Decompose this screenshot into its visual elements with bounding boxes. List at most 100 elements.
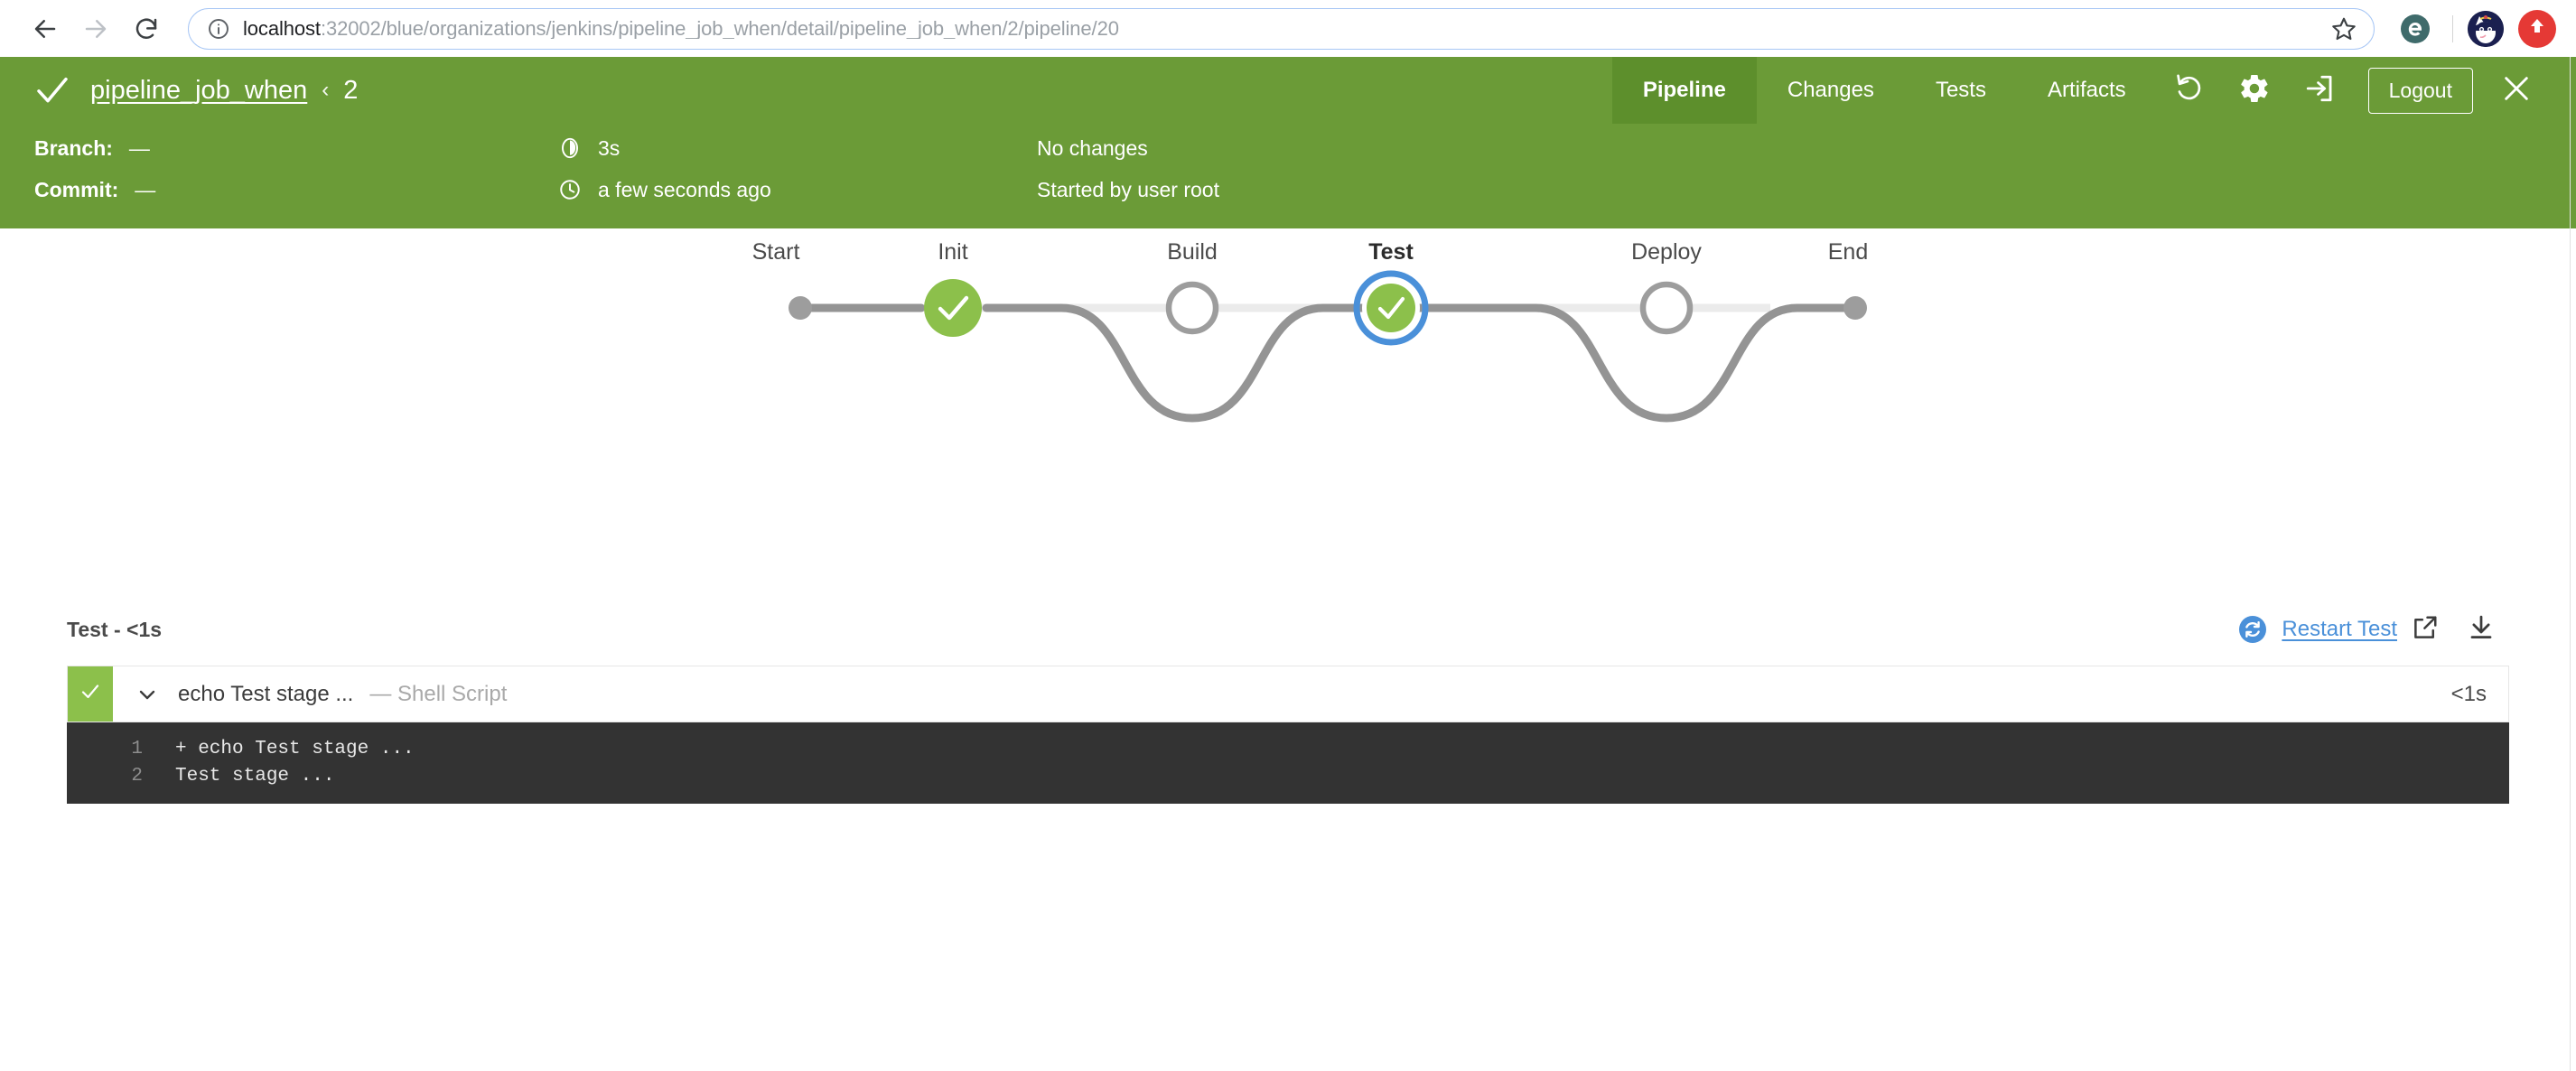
metadata-column-timing: 3s a few seconds ago xyxy=(558,133,1037,205)
back-arrow-icon xyxy=(32,15,59,42)
tab-tests[interactable]: Tests xyxy=(1905,57,2017,124)
step-body[interactable]: echo Test stage ... — Shell Script xyxy=(113,666,2451,722)
changes-value: No changes xyxy=(1037,135,1148,160)
step-duration: <1s xyxy=(2450,681,2487,706)
deploy-node-circle xyxy=(1639,281,1694,335)
update-arrow-icon xyxy=(2526,15,2548,42)
init-node-circle xyxy=(924,279,982,337)
graph-node-label-test: Test xyxy=(1368,239,1414,265)
console-output[interactable]: 1 + echo Test stage ... 2 Test stage ... xyxy=(67,722,2509,804)
profile-avatar[interactable] xyxy=(2468,10,2504,47)
run-metadata-bar: Branch: — Commit: — 3s a few seconds ago… xyxy=(0,124,2576,228)
open-external-button[interactable] xyxy=(2397,608,2453,651)
breadcrumb: pipeline_job_when ‹ 2 xyxy=(0,57,1612,124)
line-number: 1 xyxy=(131,738,143,759)
success-check-icon xyxy=(34,72,70,108)
logout-button[interactable]: Logout xyxy=(2367,67,2473,114)
console-line: 2 Test stage ... xyxy=(67,762,2509,789)
restart-test-link[interactable]: Restart Test xyxy=(2282,617,2397,642)
time-row: a few seconds ago xyxy=(558,174,1037,205)
external-link-icon xyxy=(2412,614,2439,646)
download-log-button[interactable] xyxy=(2453,608,2509,651)
metadata-column-source: Branch: — Commit: — xyxy=(34,133,558,205)
step-subtitle: — Shell Script xyxy=(369,681,508,706)
clock-icon xyxy=(558,178,585,201)
stage-log-header: Test - <1s Restart Test xyxy=(67,608,2509,666)
graph-node-test[interactable]: Test xyxy=(1353,239,1429,346)
graph-node-label-init: Init xyxy=(938,239,967,265)
login-arrow-icon xyxy=(2304,73,2335,108)
rerun-icon xyxy=(2174,73,2205,108)
commit-value: — xyxy=(135,177,156,201)
reload-button[interactable] xyxy=(121,4,172,54)
stage-log-title: Test - <1s xyxy=(67,617,163,641)
graph-node-build[interactable]: Build xyxy=(1165,239,1219,335)
line-text: + echo Test stage ... xyxy=(175,738,415,759)
duration-value: 3s xyxy=(598,135,621,160)
metadata-column-changes: No changes Started by user root xyxy=(1037,133,1219,205)
browser-toolbar: localhost:32002/blue/organizations/jenki… xyxy=(0,0,2576,57)
graph-node-label-deploy: Deploy xyxy=(1631,239,1702,265)
chevron-down-icon[interactable] xyxy=(136,684,158,705)
tab-pipeline[interactable]: Pipeline xyxy=(1611,57,1757,124)
restart-icon[interactable] xyxy=(2236,613,2269,646)
success-check-icon xyxy=(79,681,101,707)
pipeline-graph-svg: Start Init Build Test Deploy End xyxy=(752,239,1868,423)
end-terminal-dot xyxy=(1843,296,1867,320)
pipeline-name-link[interactable]: pipeline_job_when xyxy=(90,76,307,106)
update-button[interactable] xyxy=(2518,9,2556,48)
settings-button[interactable] xyxy=(2222,57,2287,124)
blue-ocean-header: pipeline_job_when ‹ 2 Pipeline Changes T… xyxy=(0,57,2576,124)
build-node-circle xyxy=(1165,281,1219,335)
gear-icon xyxy=(2238,72,2271,109)
tab-changes[interactable]: Changes xyxy=(1757,57,1905,124)
test-node-circle xyxy=(1367,284,1415,332)
tab-artifacts[interactable]: Artifacts xyxy=(2017,57,2157,124)
site-info-icon[interactable] xyxy=(207,17,230,41)
back-button[interactable] xyxy=(20,4,70,54)
branch-label: Branch: xyxy=(34,135,113,160)
toolbar-divider xyxy=(2452,14,2453,42)
console-line: 1 + echo Test stage ... xyxy=(67,735,2509,762)
branch-value: — xyxy=(128,135,150,160)
graph-node-label-start: Start xyxy=(752,239,800,265)
login-button[interactable] xyxy=(2287,57,2352,124)
duration-icon xyxy=(558,136,585,160)
forward-button[interactable] xyxy=(70,4,121,54)
changes-row: No changes xyxy=(1037,133,1219,163)
graph-node-label-build: Build xyxy=(1167,239,1218,265)
url-text: localhost:32002/blue/organizations/jenki… xyxy=(243,19,2321,39)
line-number: 2 xyxy=(131,765,143,787)
log-step-row[interactable]: echo Test stage ... — Shell Script <1s xyxy=(67,666,2509,722)
header-actions: Logout xyxy=(2157,57,2576,124)
close-icon xyxy=(2501,73,2532,108)
step-status-indicator xyxy=(68,666,113,722)
graph-node-deploy[interactable]: Deploy xyxy=(1631,239,1702,335)
page-title: pipeline_job_when ‹ 2 xyxy=(90,76,358,106)
time-value: a few seconds ago xyxy=(598,177,771,201)
commit-row: Commit: — xyxy=(34,174,558,205)
pipeline-graph: Start Init Build Test Deploy End xyxy=(0,228,2576,608)
address-bar[interactable]: localhost:32002/blue/organizations/jenki… xyxy=(188,7,2375,50)
line-text: Test stage ... xyxy=(175,765,335,787)
cause-value: Started by user root xyxy=(1037,177,1219,201)
graph-node-init[interactable]: Init xyxy=(924,239,982,337)
stage-log-actions: Restart Test xyxy=(2236,608,2509,651)
forward-arrow-icon xyxy=(82,15,109,42)
graph-node-label-end: End xyxy=(1828,239,1868,265)
download-icon xyxy=(2468,614,2495,646)
rerun-button[interactable] xyxy=(2157,57,2222,124)
graph-node-start[interactable]: Start xyxy=(752,239,812,320)
step-title: echo Test stage ... xyxy=(178,681,354,706)
close-button[interactable] xyxy=(2484,57,2549,124)
page-right-border xyxy=(2570,57,2571,1071)
run-number: 2 xyxy=(343,75,359,105)
breadcrumb-separator-icon: ‹ xyxy=(322,78,330,102)
duration-row: 3s xyxy=(558,133,1037,163)
branch-row: Branch: — xyxy=(34,133,558,163)
url-host: localhost xyxy=(243,18,321,39)
star-icon[interactable] xyxy=(2330,15,2357,42)
header-tabs: Pipeline Changes Tests Artifacts xyxy=(1611,57,2157,124)
commit-label: Commit: xyxy=(34,177,119,201)
extension-icon[interactable] xyxy=(2393,6,2438,51)
